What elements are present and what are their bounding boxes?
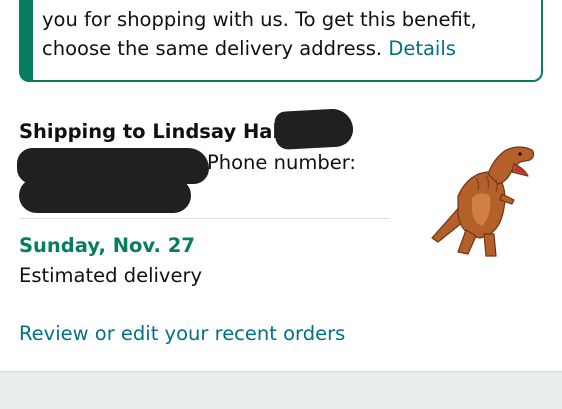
delivery-date: Sunday, Nov. 27 xyxy=(19,234,195,257)
phone-number-label: Phone number: xyxy=(207,151,356,174)
bottom-divider xyxy=(0,371,562,372)
review-orders-link[interactable]: Review or edit your recent orders xyxy=(19,322,345,345)
redaction-mark xyxy=(19,178,191,213)
shipping-address-title: Shipping to Lindsay Hall, xyxy=(19,120,294,143)
benefit-notice-text: you for shopping with us. To get this be… xyxy=(42,5,512,63)
estimated-delivery-label: Estimated delivery xyxy=(19,264,203,287)
bottom-bar xyxy=(0,371,562,409)
notice-line-2: choose the same delivery address. xyxy=(42,37,383,60)
dinosaur-sticker-icon xyxy=(431,146,535,257)
details-link[interactable]: Details xyxy=(388,37,456,60)
notice-line-1: you for shopping with us. To get this be… xyxy=(42,8,477,31)
section-divider xyxy=(19,218,390,219)
redaction-mark xyxy=(274,107,354,151)
